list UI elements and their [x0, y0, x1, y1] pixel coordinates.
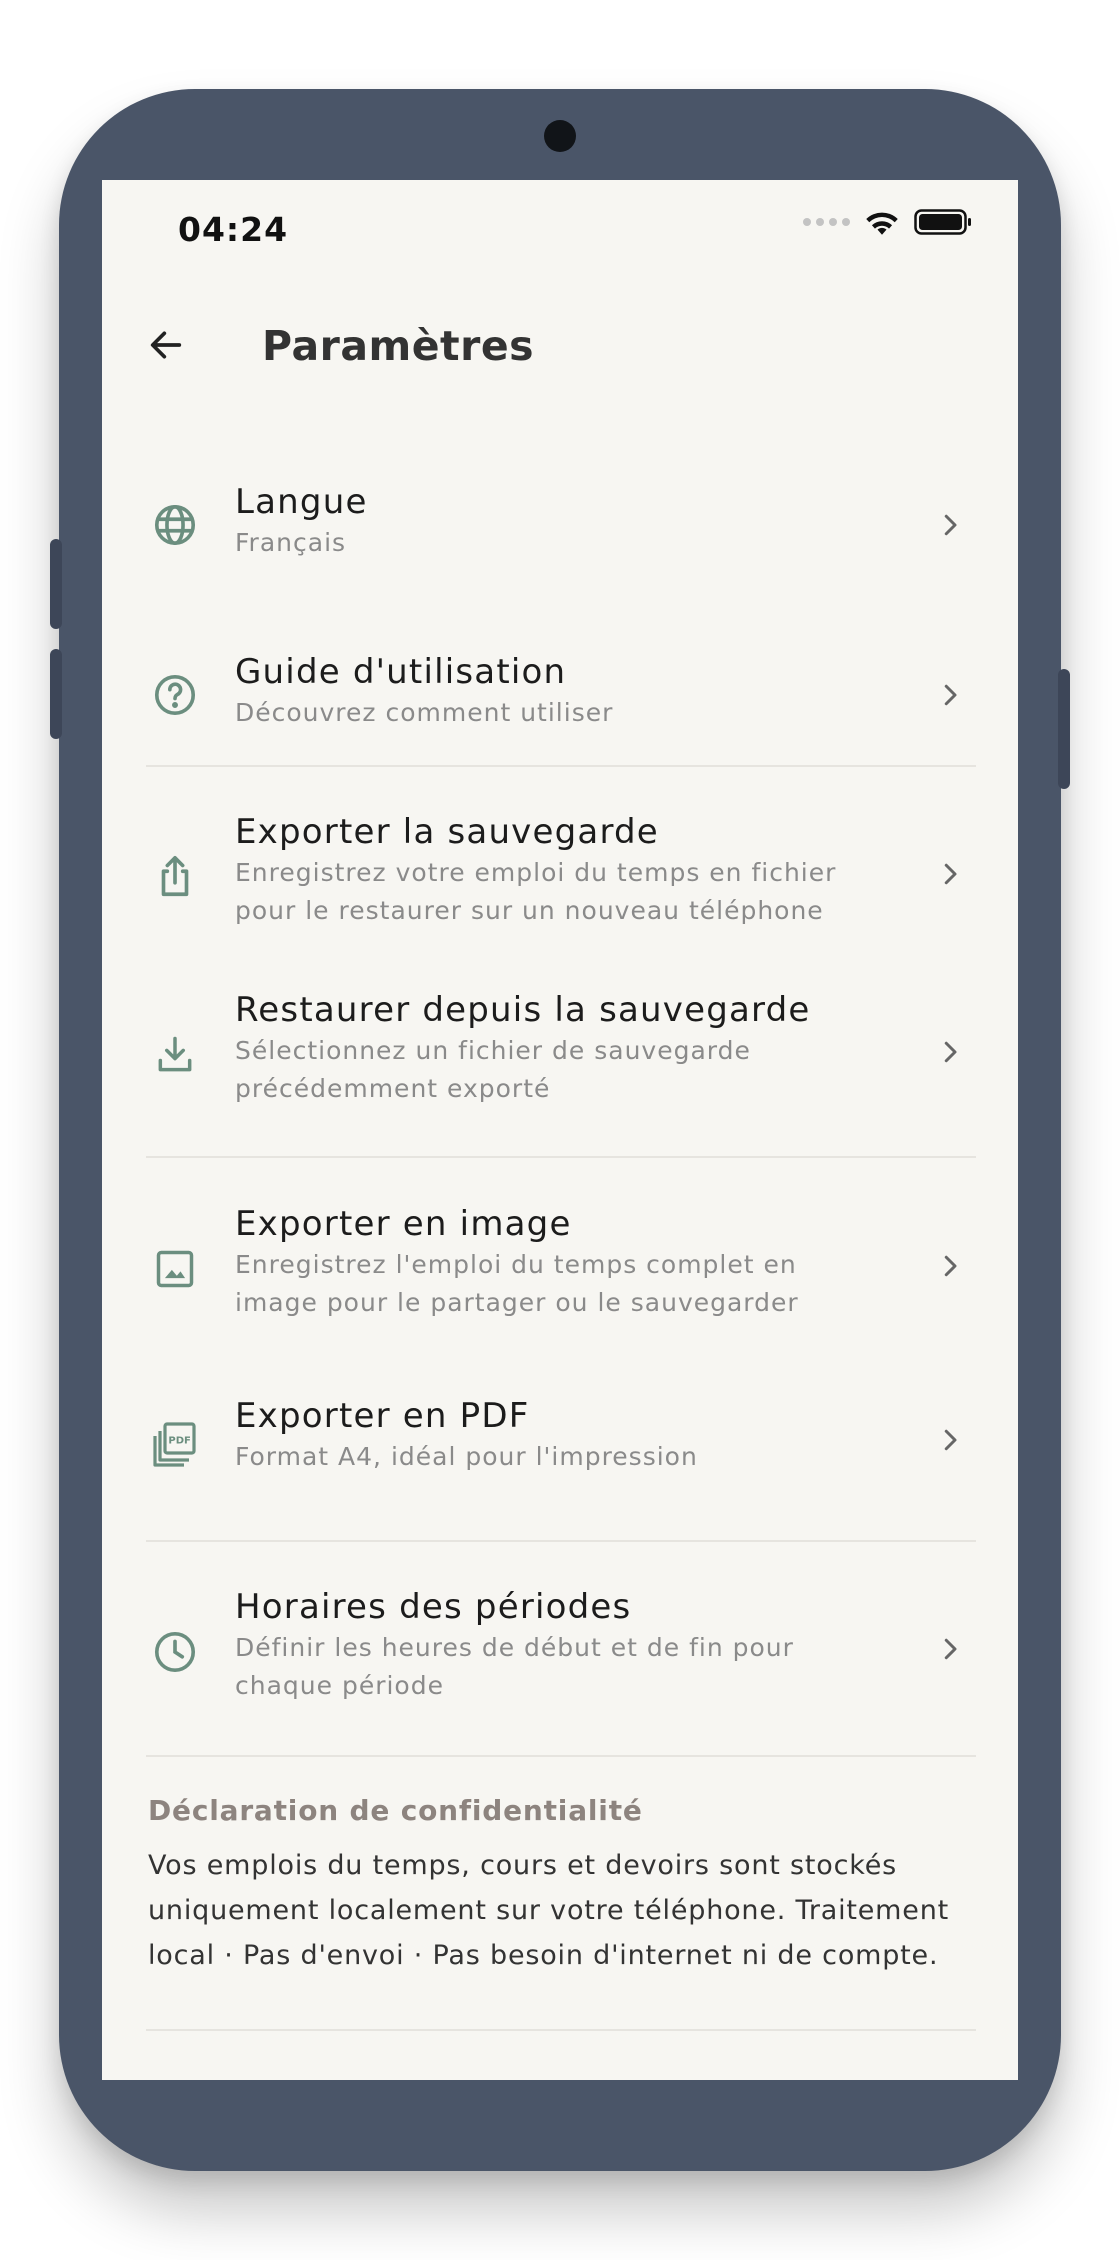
- back-button[interactable]: [138, 317, 194, 373]
- setting-subtitle: Enregistrez votre emploi du temps en fic…: [235, 858, 837, 925]
- setting-text: Guide d'utilisation Découvrez comment ut…: [235, 650, 875, 732]
- pdf-icon: PDF: [150, 1418, 200, 1468]
- chevron-right-icon: [932, 677, 968, 713]
- setting-title: Exporter la sauvegarde: [235, 812, 659, 852]
- setting-text: Exporter en image Enregistrez l'emploi d…: [235, 1202, 875, 1322]
- image-icon: [150, 1244, 200, 1294]
- setting-row-guide[interactable]: Guide d'utilisation Découvrez comment ut…: [102, 620, 1018, 770]
- chevron-right-icon: [932, 1422, 968, 1458]
- setting-subtitle: Français: [235, 528, 347, 557]
- setting-text: Restaurer depuis la sauvegarde Sélection…: [235, 988, 875, 1108]
- section-divider: [146, 765, 976, 767]
- globe-icon: [150, 500, 200, 550]
- privacy-section-title: Déclaration de confidentialité: [148, 1794, 643, 1827]
- power-button: [1058, 669, 1070, 789]
- setting-text: Exporter en PDF Format A4, idéal pour l'…: [235, 1394, 875, 1476]
- chevron-right-icon: [932, 1248, 968, 1284]
- setting-title: Horaires des périodes: [235, 1587, 632, 1627]
- section-divider: [146, 1540, 976, 1542]
- page-title: Paramètres: [262, 322, 535, 370]
- chevron-right-icon: [932, 507, 968, 543]
- front-camera: [544, 120, 576, 152]
- setting-subtitle: Sélectionnez un fichier de sauvegarde pr…: [235, 1036, 751, 1103]
- setting-subtitle: Découvrez comment utiliser: [235, 698, 614, 727]
- setting-text: Langue Français: [235, 480, 875, 562]
- battery-icon: [914, 209, 971, 235]
- section-divider: [146, 1156, 976, 1158]
- setting-text: Exporter la sauvegarde Enregistrez votre…: [235, 810, 875, 930]
- chevron-right-icon: [932, 1631, 968, 1667]
- svg-text:PDF: PDF: [168, 1436, 190, 1447]
- wifi-icon: [866, 212, 898, 235]
- status-time: 04:24: [178, 210, 289, 249]
- setting-row-export-pdf[interactable]: PDF Exporter en PDF Format A4, idéal pou…: [102, 1380, 1018, 1530]
- volume-up-button: [50, 539, 62, 629]
- arrow-left-icon: [150, 331, 182, 359]
- setting-subtitle: Définir les heures de début et de fin po…: [235, 1633, 794, 1700]
- setting-row-restore-backup[interactable]: Restaurer depuis la sauvegarde Sélection…: [102, 978, 1018, 1148]
- setting-title: Exporter en image: [235, 1204, 572, 1244]
- setting-row-period-times[interactable]: Horaires des périodes Définir les heures…: [102, 1575, 1018, 1745]
- setting-text: Horaires des périodes Définir les heures…: [235, 1585, 875, 1705]
- setting-subtitle: Enregistrez l'emploi du temps complet en…: [235, 1250, 799, 1317]
- chevron-right-icon: [932, 1034, 968, 1070]
- status-icons: [803, 208, 972, 236]
- app-bar: Paramètres: [102, 290, 1018, 400]
- stage: 04:24 Paramètres Langue Français Guide d…: [0, 0, 1120, 2260]
- chevron-right-icon: [932, 856, 968, 892]
- setting-subtitle: Format A4, idéal pour l'impression: [235, 1442, 698, 1471]
- setting-row-language[interactable]: Langue Français: [102, 450, 1018, 600]
- section-divider: [146, 2029, 976, 2031]
- setting-title: Restaurer depuis la sauvegarde: [235, 990, 811, 1030]
- setting-title: Guide d'utilisation: [235, 652, 567, 692]
- help-circle-icon: [150, 670, 200, 720]
- signal-dots-icon: [803, 218, 850, 226]
- privacy-statement: Vos emplois du temps, cours et devoirs s…: [148, 1850, 949, 1971]
- setting-title: Exporter en PDF: [235, 1396, 530, 1436]
- screen: 04:24 Paramètres Langue Français Guide d…: [102, 180, 1018, 2080]
- clock-icon: [150, 1627, 200, 1677]
- setting-row-export-image[interactable]: Exporter en image Enregistrez l'emploi d…: [102, 1192, 1018, 1362]
- section-divider: [146, 1755, 976, 1757]
- volume-down-button: [50, 649, 62, 739]
- setting-title: Langue: [235, 482, 368, 522]
- share-upload-icon: [150, 852, 200, 902]
- download-icon: [150, 1030, 200, 1080]
- setting-row-export-backup[interactable]: Exporter la sauvegarde Enregistrez votre…: [102, 800, 1018, 970]
